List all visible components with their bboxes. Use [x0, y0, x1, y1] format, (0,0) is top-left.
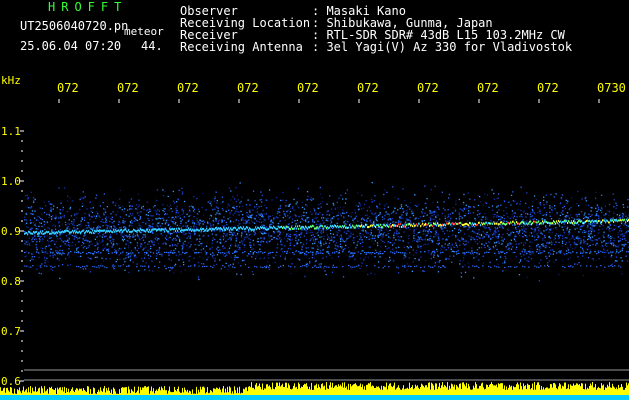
x-tick-label: 072 [537, 81, 559, 95]
x-tick-label: 0730 [597, 81, 626, 95]
x-tick-label: 072 [297, 81, 319, 95]
x-tick-label: 072 [177, 81, 199, 95]
x-tick-label: 072 [477, 81, 499, 95]
spectrogram: 1.1 1.0 0.9 0.8 0.7 0.6 072 072 072 072 072 072 072 0… [0, 74, 629, 400]
y-tick-label: 0.8 [1, 275, 21, 288]
y-tick-label: 1.1 [1, 125, 21, 138]
y-tick-label: 0.7 [1, 325, 21, 338]
x-tick-label: 072 [117, 81, 139, 95]
x-tick-label: 072 [357, 81, 379, 95]
y-tick-label: 0.9 [1, 225, 21, 238]
level-meter [0, 382, 629, 400]
y-tick-label: 1.0 [1, 175, 21, 188]
x-tick-label: 072 [237, 81, 259, 95]
hrofft-window: HROFFT UT2506040720.pn meteor 25.06.04 0… [0, 0, 629, 400]
x-tick-label: 072 [57, 81, 79, 95]
y-unit-label: kHz [1, 74, 21, 87]
y-tick-label: 0.6 [1, 375, 21, 388]
x-tick-label: 072 [417, 81, 439, 95]
signal-noise-layer [24, 182, 629, 282]
